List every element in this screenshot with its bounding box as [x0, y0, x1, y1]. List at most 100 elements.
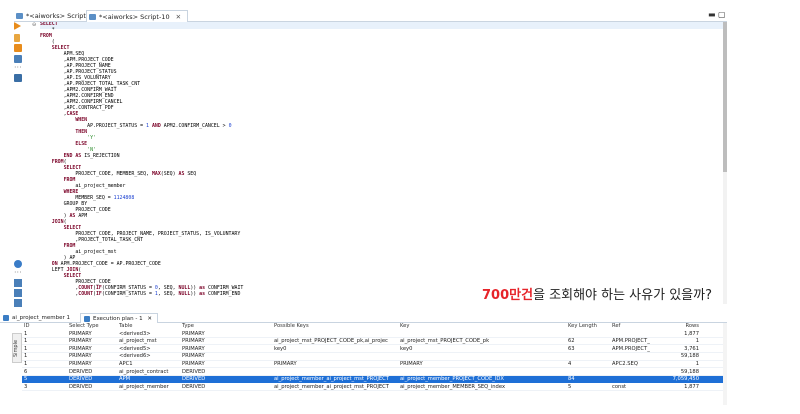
cell-possible-keys[interactable]: ai_project_member_ai_project_mst_PROJECT: [274, 384, 400, 391]
cell-rows[interactable]: 1: [654, 338, 699, 345]
cell-key[interactable]: key0: [400, 346, 567, 353]
table-row[interactable]: 1 PRIMARY <derived3> PRIMARY 1,877: [22, 331, 727, 338]
execution-plan-grid[interactable]: ID Select Type Table Type Possible Keys …: [22, 323, 727, 405]
doc-icon[interactable]: [14, 299, 22, 307]
editor-scrollbar[interactable]: [723, 22, 727, 304]
cell-table[interactable]: <derived3>: [119, 331, 181, 338]
cell-rows[interactable]: 1: [654, 361, 699, 368]
cell-ref[interactable]: APC2.SEQ: [612, 361, 654, 368]
header-key[interactable]: Key: [400, 323, 567, 330]
cell-table[interactable]: ai_project_mst: [119, 338, 181, 345]
header-ref[interactable]: Ref: [612, 323, 654, 330]
cell-table[interactable]: APC1: [119, 361, 181, 368]
cell-id[interactable]: 5: [24, 376, 38, 383]
close-icon[interactable]: ✕: [176, 13, 181, 21]
maximize-button[interactable]: ▢: [718, 10, 726, 19]
header-type[interactable]: Type: [182, 323, 272, 330]
header-id[interactable]: ID: [24, 323, 38, 330]
tab-script-10[interactable]: *<aiworks> Script-10 ✕: [86, 10, 189, 22]
doc-icon[interactable]: [14, 55, 22, 63]
cell-id[interactable]: 1: [24, 338, 38, 345]
cell-select-type[interactable]: DERIVED: [69, 376, 121, 383]
table-row[interactable]: 1 PRIMARY ai_project_mst PRIMARY ai_project_…: [22, 338, 727, 346]
cell-key[interactable]: ai_project_member_MEMBER_SEQ_index: [400, 384, 567, 391]
cell-ref[interactable]: APM.PROJECT_: [612, 338, 654, 345]
tab-execution-plan[interactable]: Execution plan - 1 ✕: [80, 313, 158, 323]
cell-key[interactable]: PRIMARY: [400, 361, 567, 368]
cell-select-type[interactable]: PRIMARY: [69, 361, 121, 368]
scrollbar-thumb[interactable]: [723, 22, 727, 172]
cell-id[interactable]: 1: [24, 346, 38, 353]
table-row[interactable]: 1 PRIMARY <derived6> PRIMARY 59,188: [22, 353, 727, 361]
cell-rows[interactable]: 59,188: [654, 353, 699, 360]
run-icon[interactable]: [14, 22, 22, 30]
cell-select-type[interactable]: PRIMARY: [69, 346, 121, 353]
close-icon[interactable]: ✕: [147, 316, 152, 322]
cell-table[interactable]: <derived6>: [119, 353, 181, 360]
cell-id[interactable]: 1: [24, 361, 38, 368]
header-rows[interactable]: Rows: [654, 323, 700, 330]
cell-rows[interactable]: 7,059,450: [654, 376, 699, 383]
cell-key-length[interactable]: 5: [568, 384, 608, 391]
step-icon[interactable]: [14, 34, 20, 42]
table-row[interactable]: 5 DERIVED APM DERIVED ai_project_member_ai_p…: [22, 376, 727, 384]
table-row[interactable]: 6 DERIVED ai_project_contract DERIVED 59,188: [22, 369, 727, 376]
cell-id[interactable]: 6: [24, 369, 38, 376]
cell-key-length[interactable]: 62: [568, 338, 608, 345]
cell-possible-keys[interactable]: ai_project_member_ai_project_mst_PROJECT: [274, 376, 400, 383]
cell-select-type[interactable]: PRIMARY: [69, 353, 121, 360]
cell-table[interactable]: ai_project_member: [119, 384, 181, 391]
cell-id[interactable]: 3: [24, 384, 38, 391]
cell-type[interactable]: PRIMARY: [182, 331, 272, 338]
cell-rows[interactable]: 59,188: [654, 369, 699, 376]
cell-table[interactable]: APM: [119, 376, 181, 383]
cell-possible-keys[interactable]: PRIMARY: [274, 361, 400, 368]
header-possible-keys[interactable]: Possible Keys: [274, 323, 400, 330]
header-table[interactable]: Table: [119, 323, 181, 330]
table-row[interactable]: 3 DERIVED ai_project_member DERIVED ai_proje…: [22, 384, 727, 391]
cell-table[interactable]: ai_project_contract: [119, 369, 181, 376]
cell-type[interactable]: PRIMARY: [182, 361, 272, 368]
tab-script-9[interactable]: *<aiworks> Script-9: [14, 10, 92, 22]
code-line[interactable]: ,COUNT(IF(CONFIRM_STATUS = 1, SEQ, NULL)…: [40, 291, 243, 297]
cell-id[interactable]: 1: [24, 331, 38, 338]
cell-select-type[interactable]: DERIVED: [69, 384, 121, 391]
cell-type[interactable]: DERIVED: [182, 384, 272, 391]
cell-key-length[interactable]: 84: [568, 376, 608, 383]
cell-type[interactable]: PRIMARY: [182, 346, 272, 353]
cell-ref[interactable]: const: [612, 384, 654, 391]
cell-key-length[interactable]: 63: [568, 346, 608, 353]
cell-rows[interactable]: 1,877: [654, 384, 699, 391]
fold-toggle-icon[interactable]: ⊖: [32, 22, 36, 28]
table-row[interactable]: 1 PRIMARY APC1 PRIMARY PRIMARY PRIMARY 4 APC2.S…: [22, 361, 727, 369]
cell-select-type[interactable]: DERIVED: [69, 369, 121, 376]
cell-type[interactable]: PRIMARY: [182, 353, 272, 360]
cell-possible-keys[interactable]: ai_project_mst_PROJECT_CODE_pk,ai_projec: [274, 338, 400, 345]
cell-key-length[interactable]: 4: [568, 361, 608, 368]
grid-scrollbar[interactable]: [723, 323, 727, 405]
simple-view-toggle[interactable]: Simple: [12, 333, 22, 363]
cell-key[interactable]: ai_project_mst_PROJECT_CODE_pk: [400, 338, 567, 345]
settings-icon[interactable]: [14, 260, 22, 268]
table-row[interactable]: 1 PRIMARY <derived5> PRIMARY key0 key0 63 APM.P…: [22, 346, 727, 353]
cell-ref[interactable]: APM.PROJECT_: [612, 346, 654, 353]
cell-id[interactable]: 1: [24, 353, 38, 360]
doc-icon[interactable]: [14, 289, 22, 297]
cell-type[interactable]: PRIMARY: [182, 338, 272, 345]
more-icon[interactable]: ···: [14, 64, 22, 73]
cell-key[interactable]: ai_project_member_PROJECT_CODE_IDX: [400, 376, 567, 383]
sql-editor[interactable]: ⊖ SELECT * FROM ( SELECT APM.SEQ ,APM.PRO…: [30, 22, 723, 304]
tab-results[interactable]: ai_project_member 1: [0, 313, 70, 323]
sql-code[interactable]: SELECT * FROM ( SELECT APM.SEQ ,APM.PROJE…: [40, 22, 243, 297]
header-key-length[interactable]: Key Length: [568, 323, 608, 330]
header-select-type[interactable]: Select Type: [69, 323, 121, 330]
cell-type[interactable]: DERIVED: [182, 369, 272, 376]
cell-type[interactable]: DERIVED: [182, 376, 272, 383]
window-icon[interactable]: [14, 74, 22, 82]
cell-select-type[interactable]: PRIMARY: [69, 331, 121, 338]
cell-possible-keys[interactable]: key0: [274, 346, 400, 353]
cell-rows[interactable]: 1,877: [654, 331, 699, 338]
doc-icon[interactable]: [14, 279, 22, 287]
more-icon[interactable]: ···: [14, 269, 22, 278]
cell-select-type[interactable]: PRIMARY: [69, 338, 121, 345]
